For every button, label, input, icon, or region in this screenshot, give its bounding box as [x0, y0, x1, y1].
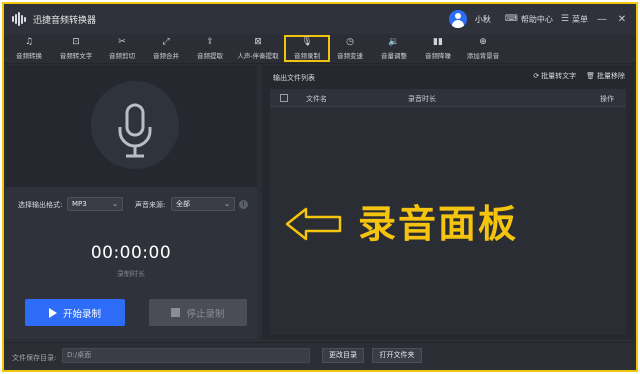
tool-label: 音频降噪: [425, 52, 451, 60]
text-icon: ⊡: [72, 37, 80, 47]
file-table-header: 文件名 录音时长 操作: [270, 89, 626, 107]
batch-remove-button[interactable]: 🗑 批量移除: [586, 71, 625, 81]
record-timer: 00:00:00: [90, 243, 172, 263]
tool-label: 添加背景音: [466, 52, 500, 60]
voice-separate-icon: ⊠: [254, 37, 262, 47]
source-value: 全部: [176, 200, 190, 208]
help-icon: ⌨: [504, 14, 518, 24]
output-list-actions: ⟳ 批量转文字 🗑 批量移除: [533, 71, 625, 81]
app-title: 迅捷音频转换器: [33, 15, 97, 26]
tool-audio-denoise[interactable]: ▮▮ 音频降噪: [420, 35, 456, 62]
source-select[interactable]: 全部 ⌄: [171, 197, 235, 211]
play-icon: [48, 307, 57, 318]
tool-volume-adjust[interactable]: 🔉 音量调整: [376, 35, 412, 62]
tool-label: 音频合并: [153, 52, 179, 60]
title-bar-actions: 小秋 ⌨ 帮助中心 ☰ 菜单 — ✕: [448, 4, 628, 34]
tool-label: 音量调整: [381, 52, 407, 60]
tool-audio-merge[interactable]: ⤢ 音频合并: [146, 35, 186, 62]
app-window: 迅捷音频转换器 小秋 ⌨ 帮助中心 ☰ 菜单 — ✕ ♫ 音频转换 ⊡ 音频转文…: [2, 2, 638, 372]
user-name[interactable]: 小秋: [475, 14, 491, 25]
speed-icon: ◷: [346, 37, 354, 47]
column-header: 文件名: [306, 95, 327, 103]
tool-audio-cut[interactable]: ✂ 音频剪切: [102, 35, 142, 62]
tool-add-background[interactable]: ⊕ 添加背景音: [460, 35, 506, 62]
change-dir-button[interactable]: 更改目录: [322, 348, 364, 363]
tool-voice-separate[interactable]: ⊠ 人声-伴奏提取: [232, 35, 284, 62]
user-avatar[interactable]: [448, 10, 467, 28]
save-dir-field[interactable]: D:/桌面: [62, 348, 310, 363]
tool-audio-convert[interactable]: ♫ 音频转换: [8, 35, 50, 62]
tool-label: 音频录制: [294, 52, 320, 60]
chevron-down-icon: ⌄: [224, 200, 230, 208]
footer-bar: 文件保存目录: D:/桌面 更改目录 打开文件夹: [4, 342, 636, 370]
menu-label: 菜单: [572, 14, 588, 24]
open-folder-button[interactable]: 打开文件夹: [372, 348, 422, 363]
chevron-down-icon: ⌄: [112, 200, 118, 208]
recording-controls: 选择输出格式: MP3 ⌄ 声音来源: 全部 ⌄ ! 00:00:00 录制时长…: [5, 187, 257, 339]
function-toolbar: ♫ 音频转换 ⊡ 音频转文字 ✂ 音频剪切 ⤢ 音频合并 ⇪ 音频提取 ⊠ 人声…: [4, 34, 636, 64]
text-convert-icon: ⟳: [533, 72, 540, 80]
batch-remove-label: 批量移除: [597, 72, 625, 80]
tool-label: 音频转文字: [59, 52, 93, 60]
menu-icon: ☰: [560, 14, 569, 24]
column-header: 录音时长: [408, 95, 436, 103]
annotation-callout: 录音面板: [284, 204, 518, 244]
help-center-link[interactable]: ⌨ 帮助中心: [505, 14, 553, 25]
record-duration-label: 录制时长: [117, 270, 145, 278]
microphone-icon: [118, 103, 152, 158]
annotation-text: 录音面板: [358, 202, 519, 246]
volume-icon: 🔉: [388, 37, 400, 47]
scissors-icon: ✂: [118, 37, 126, 47]
output-list-title: 输出文件列表: [273, 74, 315, 82]
format-value: MP3: [72, 200, 87, 208]
batch-to-text-button[interactable]: ⟳ 批量转文字: [533, 71, 576, 81]
recording-visual: [5, 65, 257, 187]
stop-recording-label: 停止录制: [186, 308, 225, 320]
stop-icon: [171, 308, 181, 317]
music-note-icon: ♫: [24, 37, 34, 47]
trash-icon: 🗑: [586, 72, 595, 80]
tool-audio-speed[interactable]: ◷ 音频变速: [332, 35, 368, 62]
extract-icon: ⇪: [206, 37, 214, 47]
title-bar: 迅捷音频转换器 小秋 ⌨ 帮助中心 ☰ 菜单 — ✕: [4, 4, 636, 34]
source-label: 声音来源:: [135, 201, 166, 209]
start-recording-label: 开始录制: [62, 308, 101, 320]
format-label: 选择输出格式:: [18, 201, 63, 209]
add-background-icon: ⊕: [479, 37, 487, 47]
tool-label: 音频变速: [337, 52, 363, 60]
merge-icon: ⤢: [162, 37, 170, 47]
batch-to-text-label: 批量转文字: [541, 72, 577, 80]
minimize-button[interactable]: —: [596, 14, 608, 25]
help-center-label: 帮助中心: [520, 14, 553, 24]
microphone-icon: 🎙: [301, 37, 313, 47]
info-icon[interactable]: !: [239, 200, 248, 209]
arrow-left-icon: [285, 207, 342, 241]
menu-button[interactable]: ☰ 菜单: [561, 14, 588, 25]
select-all-checkbox[interactable]: [280, 94, 288, 102]
tool-audio-record[interactable]: 🎙 音频录制: [284, 35, 330, 62]
tool-audio-to-text[interactable]: ⊡ 音频转文字: [52, 35, 100, 62]
column-header: 操作: [600, 95, 614, 103]
tool-label: 音频提取: [197, 52, 223, 60]
tool-label: 人声-伴奏提取: [237, 52, 279, 60]
tool-label: 音频转换: [16, 52, 42, 60]
app-logo-icon: [12, 12, 28, 26]
start-recording-button[interactable]: 开始录制: [25, 299, 125, 326]
stop-recording-button[interactable]: 停止录制: [149, 299, 247, 326]
save-dir-label: 文件保存目录:: [12, 354, 57, 362]
tool-audio-extract[interactable]: ⇪ 音频提取: [190, 35, 230, 62]
close-button[interactable]: ✕: [616, 14, 628, 25]
denoise-icon: ▮▮: [433, 37, 443, 47]
tool-label: 音频剪切: [109, 52, 135, 60]
format-select[interactable]: MP3 ⌄: [67, 197, 123, 211]
